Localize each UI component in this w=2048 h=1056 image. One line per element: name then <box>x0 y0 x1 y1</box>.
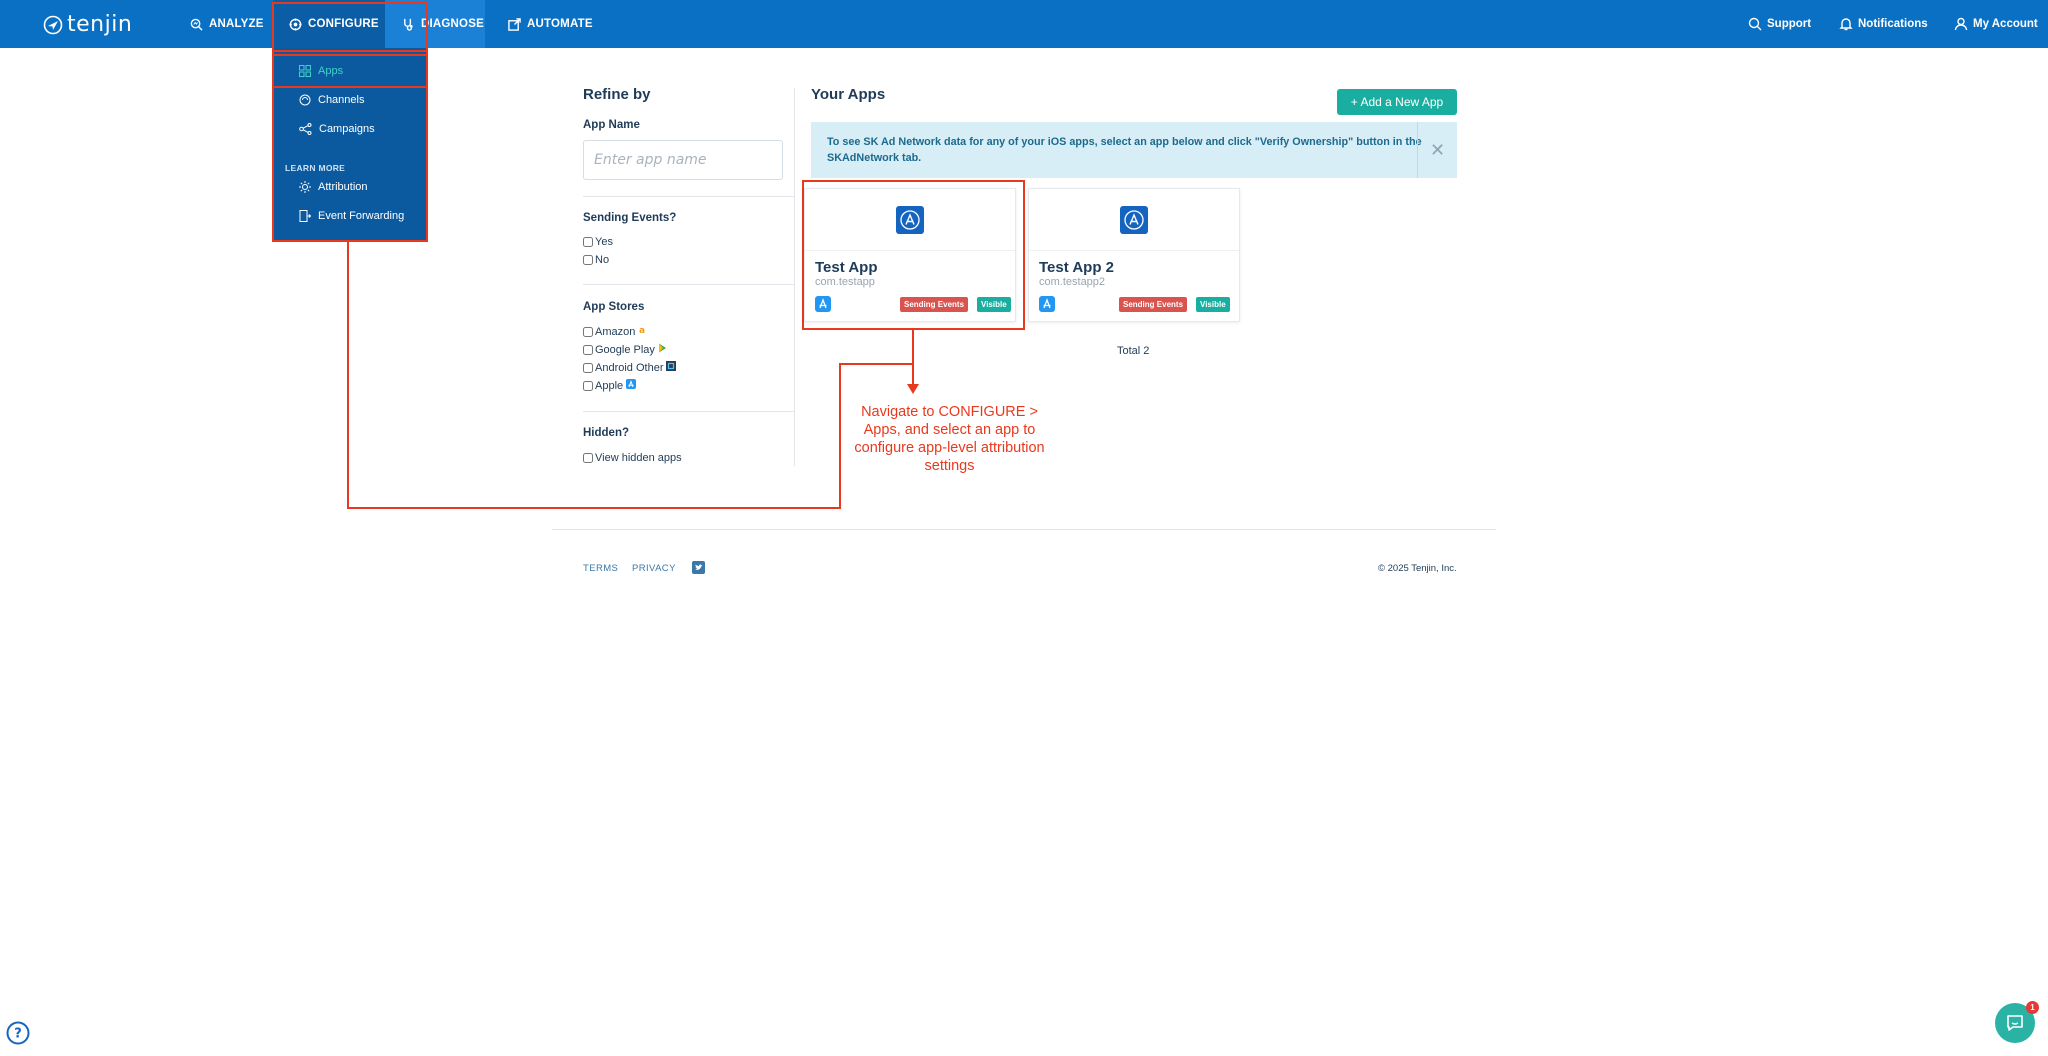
footer-terms-link[interactable]: TERMS <box>583 563 618 574</box>
skadnetwork-alert: To see SK Ad Network data for any of you… <box>811 122 1457 178</box>
twitter-icon[interactable] <box>692 561 705 577</box>
sending-events-yes-label: Yes <box>595 236 613 248</box>
view-hidden-apps-checkbox[interactable] <box>583 453 593 463</box>
ios-store-icon <box>815 296 831 317</box>
app-bundle-id: com.testapp <box>815 276 875 288</box>
alert-close-button[interactable]: ✕ <box>1417 122 1457 178</box>
app-store-google-play-label: Google Play <box>595 343 655 356</box>
filter-divider <box>583 196 794 197</box>
apps-total-count: Total 2 <box>1117 345 1150 357</box>
sending-events-no[interactable]: No <box>583 254 609 266</box>
add-new-app-button[interactable]: + Add a New App <box>1337 89 1457 115</box>
app-store-amazon[interactable]: Amazon a <box>583 325 647 338</box>
alert-message: To see SK Ad Network data for any of you… <box>827 136 1422 164</box>
app-card[interactable]: Test App com.testapp Sending Events Visi… <box>804 188 1016 322</box>
footer-divider <box>552 529 1496 530</box>
app-store-android-other-label: Android Other <box>595 361 664 374</box>
app-bundle-id: com.testapp2 <box>1039 276 1106 288</box>
app-stores-label: App Stores <box>583 301 645 313</box>
sending-events-no-label: No <box>595 254 610 266</box>
app-store-amazon-checkbox[interactable] <box>583 326 593 337</box>
filter-panel-divider <box>794 88 795 466</box>
sending-events-no-checkbox[interactable] <box>583 255 593 265</box>
app-store-apple-label: Apple <box>595 379 624 392</box>
copyright-text: © 2025 Tenjin, Inc. <box>1378 563 1457 574</box>
app-name: Test App <box>815 259 878 276</box>
app-store-android-other[interactable]: Android Other <box>583 361 677 374</box>
android-other-icon <box>666 361 677 374</box>
chat-unread-badge: 1 <box>2026 1001 2039 1014</box>
filter-divider <box>583 284 794 285</box>
hidden-label: Hidden? <box>583 427 629 439</box>
amazon-icon: a <box>638 325 647 338</box>
sending-events-label: Sending Events? <box>583 212 677 224</box>
footer-privacy-link[interactable]: PRIVACY <box>632 563 676 574</box>
view-hidden-apps[interactable]: View hidden apps <box>583 452 682 464</box>
visible-badge: Visible <box>977 297 1011 312</box>
app-store-icon <box>1120 205 1148 234</box>
sending-events-badge: Sending Events <box>900 297 969 312</box>
google-play-icon <box>658 343 667 356</box>
app-name-label: App Name <box>583 119 640 131</box>
app-store-icon <box>896 205 924 234</box>
refine-by-heading: Refine by <box>583 86 651 103</box>
sending-events-yes-checkbox[interactable] <box>583 237 593 247</box>
app-name-input[interactable] <box>583 140 783 180</box>
ios-store-icon <box>1039 296 1055 317</box>
svg-text:a: a <box>639 326 645 335</box>
app-icon-area <box>805 189 1015 251</box>
app-store-android-other-checkbox[interactable] <box>583 362 593 373</box>
app-icon-area <box>1029 189 1239 251</box>
close-icon: ✕ <box>1429 139 1446 160</box>
annotation-instruction: Navigate to CONFIGURE > Apps, and select… <box>854 404 1045 474</box>
app-store-apple[interactable]: Apple <box>583 379 637 392</box>
chat-icon <box>2007 1015 2023 1031</box>
your-apps-heading: Your Apps <box>811 86 886 103</box>
app-store-amazon-label: Amazon <box>595 325 636 338</box>
sending-events-badge: Sending Events <box>1119 297 1188 312</box>
visible-badge: Visible <box>1196 297 1230 312</box>
app-card[interactable]: Test App 2 com.testapp2 Sending Events V… <box>1028 188 1240 322</box>
svg-text:?: ? <box>14 1027 22 1042</box>
app-store-google-play[interactable]: Google Play <box>583 343 667 356</box>
connector-arrowhead <box>907 384 919 394</box>
help-icon[interactable]: ? <box>6 1021 30 1050</box>
view-hidden-apps-label: View hidden apps <box>595 452 682 464</box>
apple-app-store-icon <box>626 379 637 392</box>
filter-divider <box>583 411 794 412</box>
app-name: Test App 2 <box>1039 259 1115 276</box>
app-store-google-play-checkbox[interactable] <box>583 344 593 355</box>
sending-events-yes[interactable]: Yes <box>583 236 613 248</box>
app-store-apple-checkbox[interactable] <box>583 380 593 391</box>
